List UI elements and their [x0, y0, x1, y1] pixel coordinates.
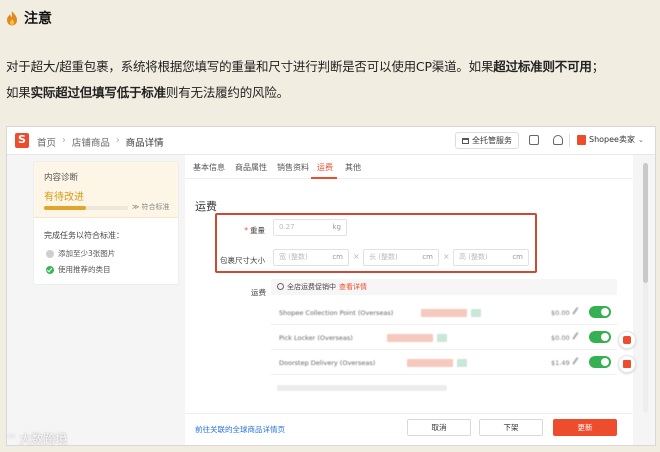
seller-label: Shopee卖家: [589, 135, 635, 144]
notice-line-2: 如果实际超过但填写低于标准则有无法履约的风险。: [6, 82, 289, 101]
channel-tag: [421, 309, 467, 317]
full-managed-service-button[interactable]: 全托管服务: [455, 132, 519, 149]
chevron-down-icon: ⌄: [637, 135, 644, 144]
global-product-link[interactable]: 前往关联的全球商品详情页: [195, 424, 285, 435]
shipping-fee-label: 运费: [251, 288, 266, 297]
notice-line-2-bold: 实际超过但填写低于标准: [30, 85, 167, 100]
scrollbar[interactable]: [643, 163, 648, 413]
diagnosis-title: 内容诊断: [44, 173, 79, 183]
clock-icon: [277, 283, 284, 290]
notice-line-1: 对于超大/超重包裹，系统将根据您填写的重量和尺寸进行判断是否可以使用CP渠道。如…: [6, 56, 604, 75]
shipping-section-title: 运费: [195, 200, 217, 213]
product-detail-panel: 基本信息 商品属性 销售资料 运费 其他 运费 * 重量 0.27 kg 包裹尺寸…: [185, 155, 633, 445]
scrollbar-thumb[interactable]: [643, 163, 648, 283]
edit-icon[interactable]: [572, 332, 582, 342]
pending-circle-icon: [46, 249, 54, 258]
bell-icon[interactable]: [553, 135, 563, 145]
diagnosis-progress-fill: [44, 206, 86, 210]
watermark-logo-icon: ᶜᶜ: [8, 433, 16, 444]
store-icon: [462, 137, 469, 144]
breadcrumb: 首页 › 店铺商品 › 商品详情: [37, 135, 164, 149]
notice-line-2-text: 如果: [6, 85, 31, 100]
watermark: ᶜᶜ 大数跨境: [8, 430, 67, 447]
notice-line-2-end: 则有无法履约的风险。: [165, 85, 289, 100]
channel-price: $1.49: [551, 359, 570, 367]
edit-icon[interactable]: [572, 307, 582, 317]
shipping-promo-banner: 全店运费促销中 查看详情: [271, 279, 617, 295]
channel-row: Shopee Collection Point (Overseas) $0.00: [271, 301, 617, 325]
notice-line-1-end: ；: [591, 59, 605, 74]
channel-name: Doorstep Delivery (Overseas): [279, 359, 376, 367]
seller-center-screenshot: 首页 › 店铺商品 › 商品详情 全托管服务 Shopee卖家 ⌄ 内容诊断 有…: [6, 126, 656, 446]
highlight-box: [215, 213, 537, 273]
flame-icon: [7, 11, 17, 26]
diagnosis-header: 内容诊断 有待改进 ≫ 符合标准: [34, 162, 178, 218]
channel-toggle[interactable]: [589, 306, 611, 318]
channel-row: Doorstep Delivery (Overseas) $1.49: [271, 351, 617, 375]
divider: [569, 134, 570, 147]
help-float-icon[interactable]: [618, 331, 636, 349]
notice-line-1-bold: 超过标准则不可用: [493, 59, 592, 74]
task-label: 添加至少3张图片: [58, 249, 116, 258]
channel-tag: [407, 359, 453, 367]
breadcrumb-current: 商品详情: [125, 138, 164, 149]
notice-header: 注意: [6, 8, 52, 28]
tab-shipping[interactable]: 运费: [317, 162, 333, 173]
channel-name: Pick Locker (Overseas): [279, 334, 353, 342]
channel-badge: [457, 359, 467, 367]
channel-price: $0.00: [551, 309, 570, 317]
breadcrumb-home[interactable]: 首页: [37, 135, 56, 149]
tab-sales-info[interactable]: 销售资料: [277, 162, 309, 173]
seller-account-menu[interactable]: Shopee卖家 ⌄: [577, 134, 644, 145]
shipping-footnote: [277, 385, 447, 391]
book-icon[interactable]: [529, 135, 539, 145]
breadcrumb-shop-products[interactable]: 店铺商品: [72, 135, 110, 149]
task-item: 使用推荐的类目: [46, 264, 111, 275]
promo-text: 全店运费促销中: [287, 283, 336, 291]
channel-name: Shopee Collection Point (Overseas): [279, 309, 394, 317]
channel-price: $0.00: [551, 334, 570, 342]
update-button[interactable]: 更新: [553, 419, 617, 436]
active-tab-indicator: [311, 177, 337, 179]
watermark-text: 大数跨境: [19, 432, 68, 446]
channel-badge: [471, 309, 481, 317]
notice-line-1-text: 对于超大/超重包裹，系统将根据您填写的重量和尺寸进行判断是否可以使用CP渠道。如…: [6, 59, 494, 74]
tab-basic-info[interactable]: 基本信息: [193, 162, 225, 173]
shopee-seller-icon: [577, 134, 586, 145]
top-bar: 首页 › 店铺商品 › 商品详情 全托管服务 Shopee卖家 ⌄: [7, 127, 655, 155]
cancel-button[interactable]: 取消: [407, 419, 471, 436]
check-circle-icon: [46, 265, 54, 274]
task-label: 使用推荐的类目: [58, 265, 111, 274]
channel-row: Pick Locker (Overseas) $0.00: [271, 326, 617, 350]
tab-bar: 基本信息 商品属性 销售资料 运费 其他: [185, 155, 633, 179]
tasks-title: 完成任务以符合标准：: [44, 231, 124, 240]
tab-others[interactable]: 其他: [345, 162, 361, 173]
channel-toggle[interactable]: [589, 331, 611, 343]
breadcrumb-separator-icon: ›: [62, 135, 66, 146]
notice-title: 注意: [24, 11, 52, 27]
edit-icon[interactable]: [572, 357, 582, 367]
promo-details-link[interactable]: 查看详情: [339, 283, 367, 291]
shopee-logo[interactable]: [15, 133, 29, 148]
diagnosis-progress-bar: [44, 206, 128, 210]
channel-badge: [437, 334, 447, 342]
unlist-button[interactable]: 下架: [479, 419, 543, 436]
full-managed-service-label: 全托管服务: [472, 136, 512, 145]
diagnosis-status: 有待改进: [44, 192, 84, 203]
content-diagnosis-card: 内容诊断 有待改进 ≫ 符合标准 完成任务以符合标准： 添加至少3张图片 使用推…: [33, 161, 179, 285]
breadcrumb-separator-icon: ›: [115, 135, 120, 146]
task-item: 添加至少3张图片: [46, 248, 115, 259]
notice-panel: 注意 对于超大/超重包裹，系统将根据您填写的重量和尺寸进行判断是否可以使用CP渠…: [0, 0, 660, 124]
chat-float-icon[interactable]: [618, 355, 636, 373]
tab-attributes[interactable]: 商品属性: [235, 162, 267, 173]
diagnosis-progress-label: ≫ 符合标准: [132, 203, 170, 211]
channel-tag: [387, 334, 433, 342]
action-footer: 前往关联的全球商品详情页 取消 下架 更新: [185, 413, 633, 445]
channel-toggle[interactable]: [589, 356, 611, 368]
